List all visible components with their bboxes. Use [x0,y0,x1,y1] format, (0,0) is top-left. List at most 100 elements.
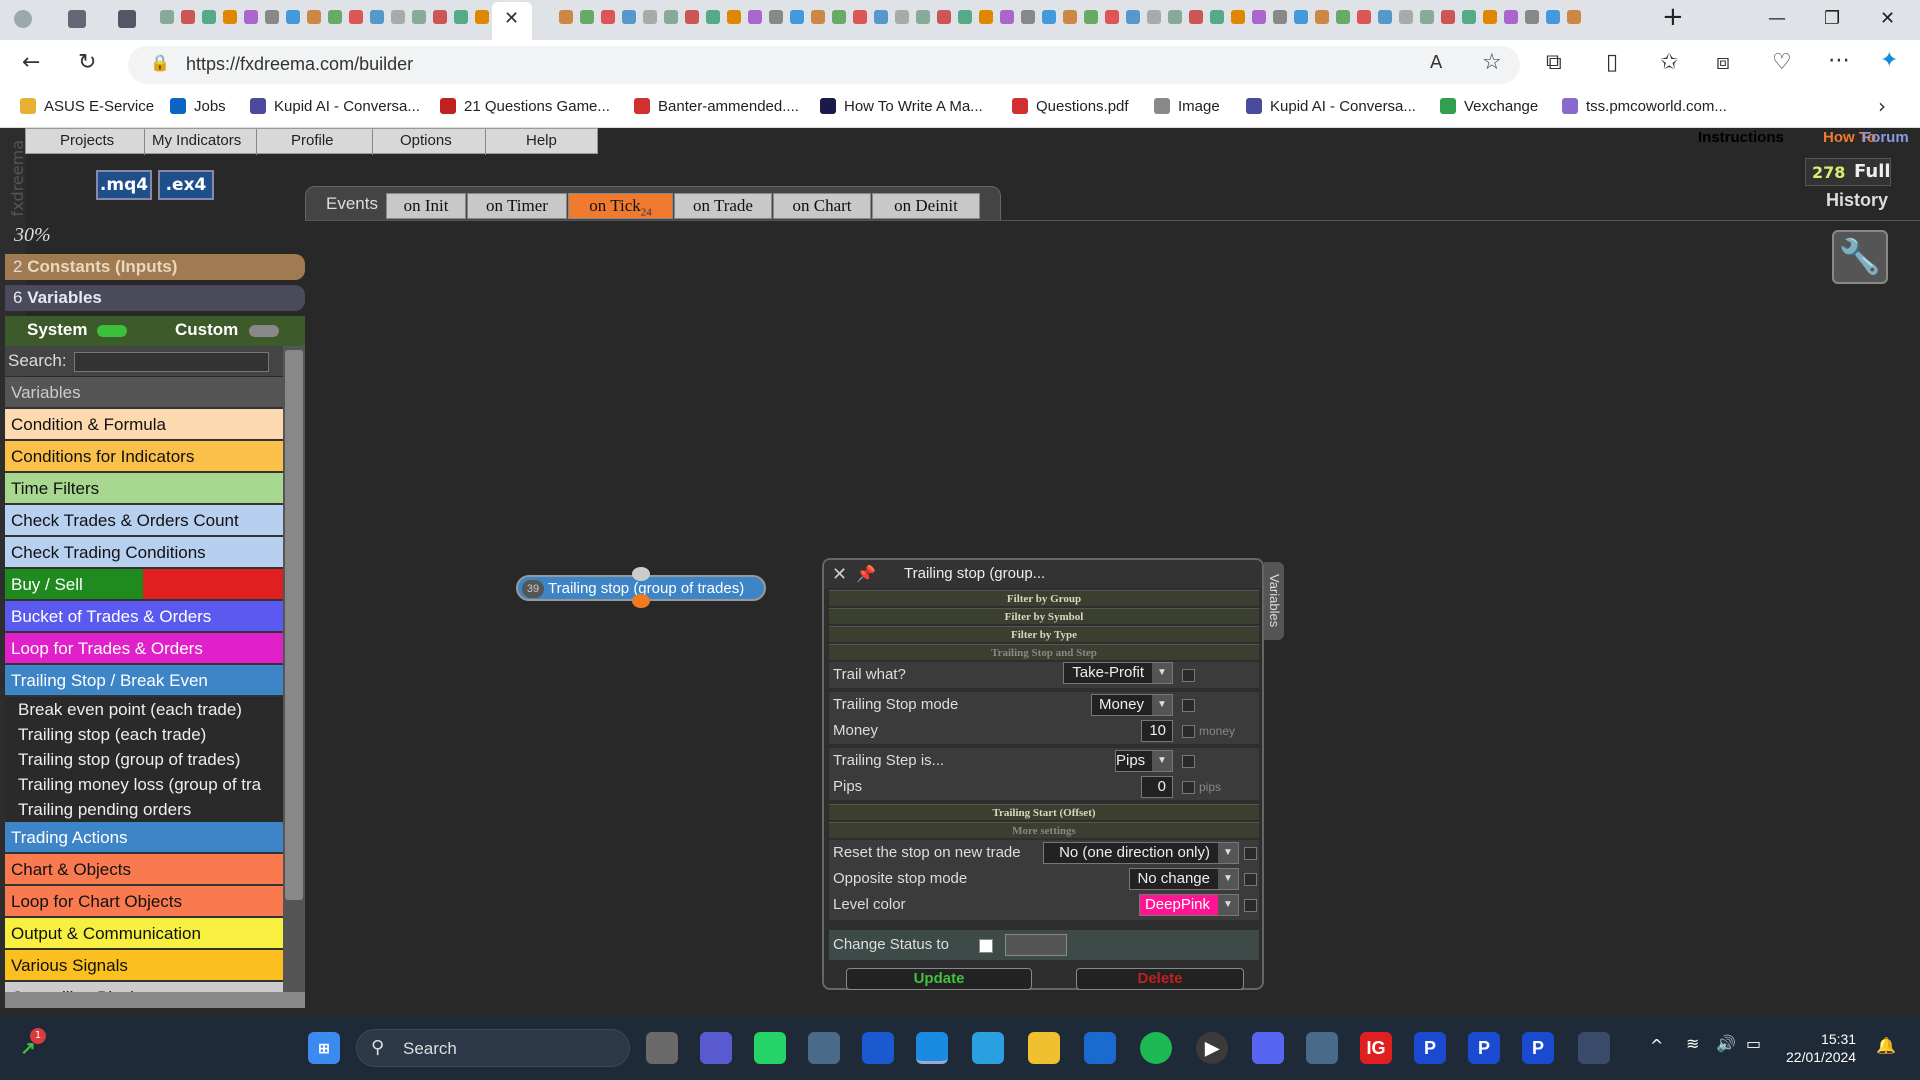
tab-on-deinit[interactable]: on Deinit [872,193,980,219]
tab-favicon-icon[interactable] [1042,10,1056,24]
close-tab-icon[interactable]: ✕ [504,8,519,29]
node-output-connector[interactable] [632,594,650,608]
tab-favicon-icon[interactable] [1357,10,1371,24]
tab-favicon-icon[interactable] [748,10,762,24]
category-item[interactable]: Condition & Formula [5,409,283,441]
menu-help[interactable]: Help [526,132,557,149]
ig-icon[interactable]: IG [1360,1032,1392,1064]
system-toggle[interactable] [97,325,127,337]
sidebar-scrollbar[interactable] [283,346,305,992]
spotify-icon[interactable] [1140,1032,1172,1064]
more-bookmarks-icon[interactable]: › [1878,94,1886,118]
tab-favicon-icon[interactable] [307,10,321,24]
tab-favicon-icon[interactable] [160,10,174,24]
minimize-icon[interactable]: — [1768,8,1786,29]
profile-icon[interactable] [14,10,32,28]
step-is-select[interactable]: Pips ▼ [1115,750,1173,772]
tab-favicon-icon[interactable] [979,10,993,24]
tab-on-tick[interactable]: on Tick24 [568,193,673,219]
search-input[interactable] [74,352,269,372]
menu-my-indicators[interactable]: My Indicators [152,132,241,149]
mq4-button[interactable]: .mq4 [96,170,152,200]
bookmark-item[interactable]: Vexchange [1440,98,1538,115]
p-app-icon-3[interactable]: P [1522,1032,1554,1064]
more-icon[interactable]: ⋯ [1828,48,1850,73]
section-more-settings[interactable]: More settings [829,822,1259,838]
tab-favicon-icon[interactable] [769,10,783,24]
bookmark-item[interactable]: Jobs [170,98,226,115]
tab-favicon-icon[interactable] [601,10,615,24]
block-list-item[interactable]: Trailing pending orders [5,797,283,822]
active-tab[interactable]: ✕ [492,2,532,40]
tab-favicon-icon[interactable] [580,10,594,24]
tab-on-trade[interactable]: on Trade [674,193,772,219]
bookmark-item[interactable]: Questions.pdf [1012,98,1129,115]
tab-favicon-icon[interactable] [958,10,972,24]
step-is-checkbox[interactable] [1182,755,1195,768]
app2-icon[interactable] [1306,1032,1338,1064]
tab-favicon-icon[interactable] [1147,10,1161,24]
back-icon[interactable]: ← [22,50,40,75]
tab-favicon-icon[interactable] [853,10,867,24]
full-button[interactable]: Full [1854,161,1891,182]
tab-on-timer[interactable]: on Timer [467,193,567,219]
category-item[interactable]: Various Signals [5,950,283,982]
performance-icon[interactable]: ♡ [1772,50,1792,75]
history-button[interactable]: History [1826,190,1888,211]
section-filter-type[interactable]: Filter by Type [829,626,1259,642]
edge-icon[interactable] [916,1032,948,1064]
tab-favicon-icon[interactable] [1210,10,1224,24]
variables-header[interactable]: 6 Variables [5,285,305,311]
tab-favicon-icon[interactable] [1315,10,1329,24]
reset-stop-select[interactable]: No (one direction only) ▼ [1043,842,1239,864]
tab-favicon-icon[interactable] [1252,10,1266,24]
tab-favicon-icon[interactable] [1000,10,1014,24]
section-trailing-start[interactable]: Trailing Start (Offset) [829,804,1259,820]
constants-header[interactable]: 2 Constants (Inputs) [5,254,305,280]
tab-favicon-icon[interactable] [1420,10,1434,24]
tab-favicon-icon[interactable] [1189,10,1203,24]
tab-favicon-icon[interactable] [916,10,930,24]
ts-mode-select[interactable]: Money ▼ [1091,694,1173,716]
collections-icon[interactable]: ⧈ [1716,50,1730,75]
bookmark-item[interactable]: Kupid AI - Conversa... [1246,98,1416,115]
tab-favicon-icon[interactable] [1546,10,1560,24]
trail-what-checkbox[interactable] [1182,669,1195,682]
tab-favicon-icon[interactable] [1567,10,1581,24]
favorite-star-icon[interactable]: ☆ [1482,50,1502,75]
outlook-icon[interactable] [1084,1032,1116,1064]
file-explorer-icon[interactable] [1028,1032,1060,1064]
favorites-icon[interactable]: ✩ [1660,50,1678,75]
copilot-icon[interactable]: ✦ [1880,48,1898,73]
category-item[interactable]: Loop for Trades & Orders [5,633,283,665]
menu-projects[interactable]: Projects [60,132,114,149]
block-list-item[interactable]: Break even point (each trade) [5,697,283,722]
tab-on-init[interactable]: on Init [386,193,466,219]
custom-toggle[interactable] [249,325,279,337]
tab-favicon-icon[interactable] [1462,10,1476,24]
tab-favicon-icon[interactable] [559,10,573,24]
money-input[interactable]: 10 [1141,720,1173,742]
category-item[interactable]: Check Trades & Orders Count [5,505,283,537]
tab-favicon-icon[interactable] [937,10,951,24]
category-item[interactable]: Time Filters [5,473,283,505]
pin-icon[interactable]: 📌 [856,564,876,584]
bookmark-item[interactable]: Banter-ammended.... [634,98,799,115]
tab-actions-icon[interactable] [118,10,136,28]
notification-bell-icon[interactable]: 🔔 [1876,1036,1896,1055]
category-item[interactable]: Output & Communication [5,918,283,950]
tab-favicon-icon[interactable] [1231,10,1245,24]
money-checkbox[interactable] [1182,725,1195,738]
reset-stop-checkbox[interactable] [1244,847,1257,860]
change-status-select[interactable] [1005,934,1067,956]
section-trailing-stop[interactable]: Trailing Stop and Step [829,644,1259,660]
tab-favicon-icon[interactable] [811,10,825,24]
tab-favicon-icon[interactable] [1126,10,1140,24]
teams-icon[interactable] [700,1032,732,1064]
category-item[interactable]: Trading Actions [5,822,283,854]
block-list-item[interactable]: Trailing stop (each trade) [5,722,283,747]
tab-favicon-icon[interactable] [328,10,342,24]
tab-favicon-icon[interactable] [874,10,888,24]
app-icon[interactable] [808,1032,840,1064]
close-icon[interactable]: ✕ [832,564,847,585]
